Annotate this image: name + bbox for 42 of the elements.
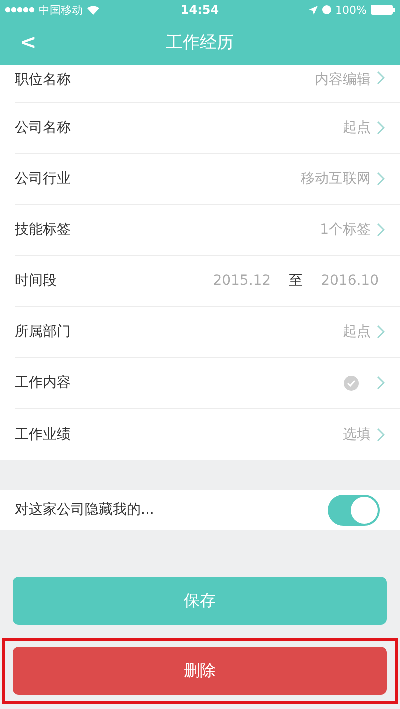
row-label: 工作内容 bbox=[15, 374, 72, 392]
row-label: 公司行业 bbox=[15, 170, 72, 188]
form-row[interactable]: 工作业绩 选填 bbox=[15, 409, 400, 460]
signal-icon bbox=[5, 7, 35, 13]
chevron-icon bbox=[377, 172, 385, 186]
form-row[interactable]: 工作内容 bbox=[15, 358, 400, 409]
form-row[interactable]: 所属部门 起点 bbox=[15, 307, 400, 358]
row-label: 所属部门 bbox=[15, 323, 72, 341]
delete-button[interactable]: 删除 bbox=[13, 647, 387, 695]
range-separator: 至 bbox=[289, 272, 304, 290]
chevron-icon bbox=[377, 223, 385, 237]
row-value: 选填 bbox=[343, 426, 371, 444]
battery-percent: 100% bbox=[336, 4, 367, 16]
row-label: 时间段 bbox=[15, 272, 58, 290]
chevron-icon bbox=[377, 325, 385, 339]
carrier-name: 中国移动 bbox=[39, 2, 83, 18]
clock-time: 14:54 bbox=[180, 3, 220, 17]
toggle-switch[interactable] bbox=[328, 494, 380, 526]
form-row[interactable]: 公司名称 起点 bbox=[15, 103, 400, 154]
row-value: 内容编辑 bbox=[315, 71, 371, 89]
row-value: 起点 bbox=[343, 119, 371, 137]
wifi-icon bbox=[87, 5, 100, 15]
form-row[interactable]: 职位名称 内容编辑 bbox=[15, 65, 400, 103]
row-label: 工作业绩 bbox=[15, 426, 72, 444]
form-row[interactable]: 技能标签 1个标签 bbox=[15, 205, 400, 256]
row-label: 职位名称 bbox=[15, 71, 72, 89]
row-value: 起点 bbox=[343, 323, 371, 341]
form-row[interactable]: 公司行业 移动互联网 bbox=[15, 154, 400, 205]
chevron-icon bbox=[377, 428, 385, 442]
chevron-icon bbox=[377, 71, 385, 85]
chevron-icon bbox=[377, 376, 385, 390]
row-value: 1个标签 bbox=[320, 221, 371, 239]
check-icon bbox=[344, 376, 359, 390]
row-label: 技能标签 bbox=[15, 221, 72, 239]
chevron-icon bbox=[377, 121, 385, 135]
row-label: 公司名称 bbox=[15, 119, 72, 137]
row-value: 移动互联网 bbox=[301, 170, 371, 188]
page-title: 工作经历 bbox=[166, 32, 234, 54]
battery-icon bbox=[370, 5, 395, 15]
hide-label: 对这家公司隐藏我的... bbox=[15, 501, 156, 519]
location-icon bbox=[308, 6, 318, 14]
alarm-icon bbox=[322, 5, 332, 15]
